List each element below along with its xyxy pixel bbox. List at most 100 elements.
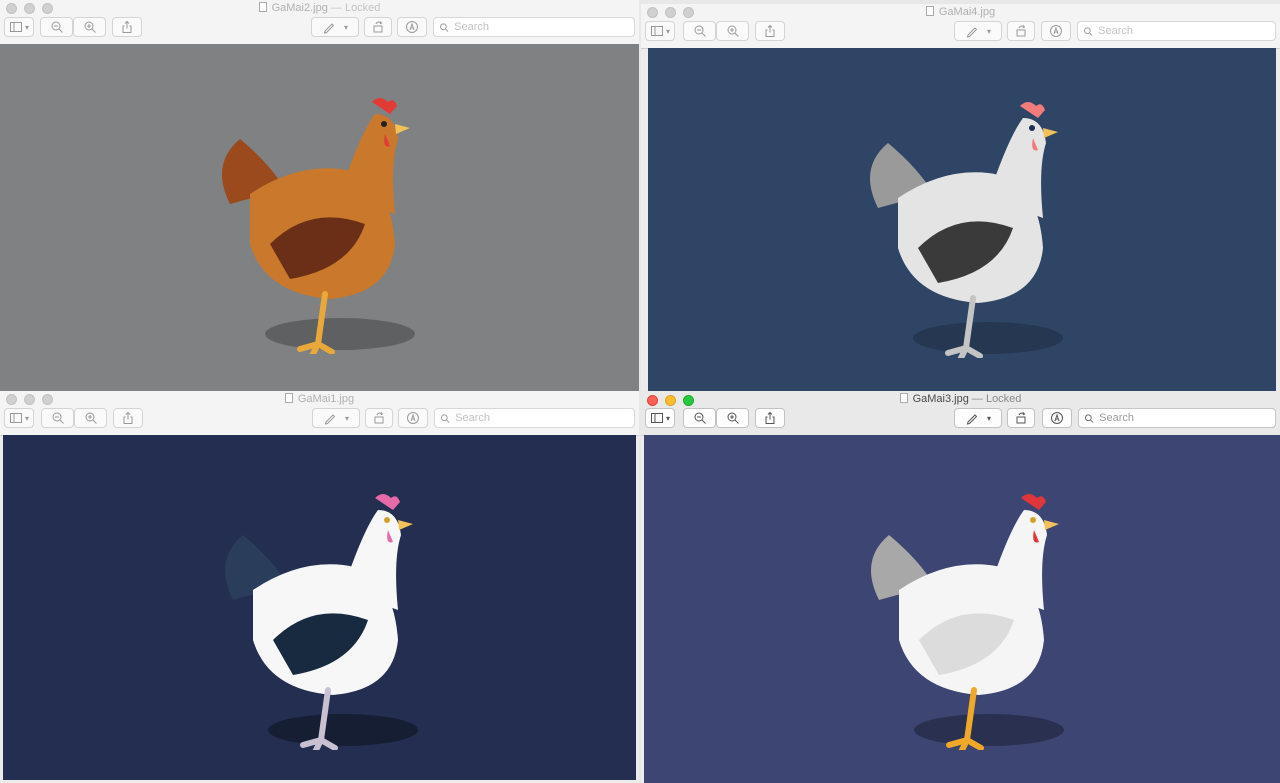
zoom-in-icon bbox=[84, 21, 96, 33]
title-bar[interactable]: GaMai3.jpg — Locked ▾ ▾ bbox=[641, 391, 1280, 436]
document-icon bbox=[899, 393, 908, 403]
search-input[interactable] bbox=[455, 412, 634, 424]
share-button[interactable] bbox=[755, 21, 785, 41]
annotate-button[interactable] bbox=[1041, 21, 1071, 41]
search-field[interactable] bbox=[1078, 408, 1276, 428]
search-input[interactable] bbox=[1099, 412, 1275, 424]
search-field[interactable] bbox=[434, 408, 635, 428]
document-icon bbox=[258, 2, 267, 12]
search-field[interactable] bbox=[1077, 21, 1276, 41]
zoom-out-button[interactable] bbox=[683, 408, 716, 428]
preview-window-gamai2: GaMai2.jpg — Locked ▾ ▾ bbox=[0, 0, 639, 391]
preview-window-gamai4: GaMai4.jpg ▾ ▾ bbox=[641, 4, 1280, 391]
chevron-down-icon: ▾ bbox=[986, 413, 991, 423]
search-field[interactable] bbox=[433, 17, 635, 37]
zoom-out-button[interactable] bbox=[683, 21, 716, 41]
share-button[interactable] bbox=[755, 408, 785, 428]
sidebar-icon bbox=[9, 22, 22, 32]
rotate-icon bbox=[373, 21, 383, 33]
title-bar[interactable]: GaMai1.jpg ▾ ▾ bbox=[0, 391, 639, 436]
preview-window-gamai3: GaMai3.jpg — Locked ▾ ▾ bbox=[641, 391, 1280, 783]
zoom-out-icon bbox=[51, 21, 63, 33]
markup-pen-icon bbox=[966, 414, 978, 425]
hen-image bbox=[871, 494, 1064, 750]
markup-pen-icon bbox=[966, 27, 978, 38]
search-icon bbox=[1083, 26, 1093, 36]
filename: GaMai2.jpg bbox=[271, 2, 328, 14]
zoom-out-button[interactable] bbox=[41, 408, 74, 428]
annotate-button[interactable] bbox=[1042, 408, 1072, 428]
filename: GaMai1.jpg bbox=[297, 393, 355, 405]
zoom-out-button[interactable] bbox=[40, 17, 73, 37]
toolbar: ▾ ▾ bbox=[645, 21, 1276, 43]
title-bar[interactable]: GaMai4.jpg ▾ ▾ bbox=[641, 4, 1280, 49]
rotate-icon bbox=[1016, 412, 1026, 424]
search-input[interactable] bbox=[1098, 25, 1275, 37]
rotate-button[interactable] bbox=[364, 17, 392, 37]
rotate-button[interactable] bbox=[1007, 21, 1035, 41]
chevron-down-icon: ▾ bbox=[986, 26, 991, 36]
annotate-button[interactable] bbox=[398, 408, 428, 428]
toolbar: ▾ ▾ bbox=[4, 17, 635, 39]
hen-image bbox=[225, 494, 418, 750]
toolbar: ▾ ▾ bbox=[4, 408, 635, 430]
annotate-icon bbox=[407, 412, 419, 424]
annotate-button[interactable] bbox=[397, 17, 427, 37]
rotate-button[interactable] bbox=[365, 408, 393, 428]
markup-pen-icon bbox=[324, 414, 336, 425]
document-icon bbox=[284, 393, 293, 403]
share-icon bbox=[122, 20, 132, 33]
zoom-in-icon bbox=[85, 412, 97, 424]
preview-window-gamai1: GaMai1.jpg ▾ ▾ bbox=[0, 391, 639, 783]
toolbar: ▾ ▾ bbox=[645, 408, 1276, 430]
markup-button[interactable]: ▾ bbox=[954, 21, 1002, 41]
chevron-down-icon: ▾ bbox=[24, 22, 29, 32]
share-icon bbox=[123, 411, 133, 424]
locked-label: — Locked bbox=[971, 393, 1022, 405]
zoom-in-button[interactable] bbox=[74, 408, 107, 428]
annotate-icon bbox=[1051, 412, 1063, 424]
document-icon bbox=[925, 6, 934, 16]
chevron-down-icon: ▾ bbox=[24, 413, 29, 423]
markup-button[interactable]: ▾ bbox=[312, 408, 360, 428]
zoom-out-icon bbox=[694, 412, 706, 424]
sidebar-view-button[interactable]: ▾ bbox=[645, 408, 675, 428]
share-icon bbox=[765, 411, 775, 424]
window-title: GaMai2.jpg — Locked bbox=[0, 2, 639, 14]
annotate-icon bbox=[406, 21, 418, 33]
search-icon bbox=[440, 413, 450, 423]
image-canvas bbox=[3, 435, 636, 780]
chevron-down-icon: ▾ bbox=[665, 413, 670, 423]
locked-label: — Locked bbox=[330, 2, 381, 14]
search-input[interactable] bbox=[454, 21, 634, 33]
title-bar[interactable]: GaMai2.jpg — Locked ▾ ▾ bbox=[0, 0, 639, 45]
rotate-button[interactable] bbox=[1007, 408, 1035, 428]
zoom-in-button[interactable] bbox=[73, 17, 106, 37]
annotate-icon bbox=[1050, 25, 1062, 37]
sidebar-icon bbox=[9, 413, 22, 423]
image-canvas bbox=[0, 44, 639, 391]
share-button[interactable] bbox=[113, 408, 143, 428]
rotate-icon bbox=[374, 412, 384, 424]
sidebar-view-button[interactable]: ▾ bbox=[4, 408, 34, 428]
sidebar-icon bbox=[650, 413, 663, 423]
search-icon bbox=[1084, 413, 1094, 423]
zoom-in-icon bbox=[727, 25, 739, 37]
zoom-in-button[interactable] bbox=[716, 21, 749, 41]
hen-image bbox=[222, 98, 415, 354]
share-button[interactable] bbox=[112, 17, 142, 37]
filename: GaMai3.jpg bbox=[912, 393, 969, 405]
search-icon bbox=[439, 22, 449, 32]
markup-button[interactable]: ▾ bbox=[311, 17, 359, 37]
zoom-in-icon bbox=[727, 412, 739, 424]
sidebar-view-button[interactable]: ▾ bbox=[645, 21, 675, 41]
zoom-in-button[interactable] bbox=[716, 408, 749, 428]
markup-button[interactable]: ▾ bbox=[954, 408, 1002, 428]
zoom-out-icon bbox=[52, 412, 64, 424]
sidebar-view-button[interactable]: ▾ bbox=[4, 17, 34, 37]
window-title: GaMai3.jpg — Locked bbox=[641, 393, 1280, 405]
markup-pen-icon bbox=[323, 23, 335, 34]
image-canvas bbox=[648, 48, 1276, 391]
rotate-icon bbox=[1016, 25, 1026, 37]
zoom-out-icon bbox=[694, 25, 706, 37]
